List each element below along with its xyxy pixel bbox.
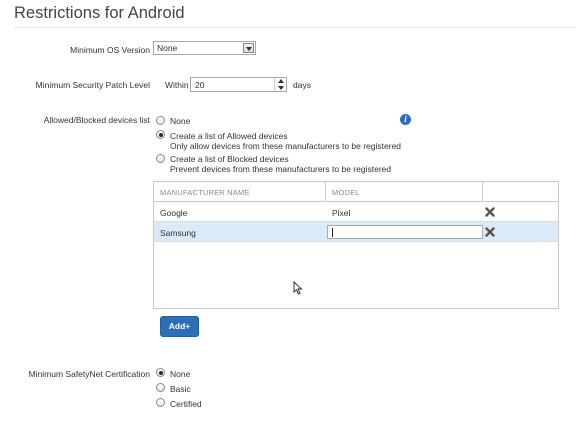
devices-blocked-desc: Prevent devices from these manufacturers… xyxy=(170,164,392,174)
safetynet-certified-radio[interactable] xyxy=(156,398,165,407)
min-os-value: None xyxy=(157,43,178,53)
safetynet-basic-radio[interactable] xyxy=(156,383,165,392)
info-icon[interactable]: i xyxy=(400,114,411,125)
safetynet-none-label: None xyxy=(170,369,191,379)
manufacturer-cell: Samsung xyxy=(160,228,196,238)
page-title: Restrictions for Android xyxy=(14,4,185,22)
col-header-manufacturer: MANUFACTURER NAME xyxy=(160,188,250,197)
model-input[interactable] xyxy=(327,225,483,239)
patch-days-stepper[interactable]: 20 xyxy=(190,77,287,92)
devices-blocked-label: Create a list of Blocked devices xyxy=(170,154,289,164)
min-os-label: Minimum OS Version xyxy=(70,45,150,55)
device-table: MANUFACTURER NAME MODEL Google Pixel Sam… xyxy=(153,181,559,309)
manufacturer-cell: Google xyxy=(160,208,188,218)
patch-days-unit: days xyxy=(293,80,311,90)
column-divider xyxy=(325,182,326,202)
safetynet-certified-label: Certified xyxy=(170,399,202,409)
delete-icon[interactable] xyxy=(485,227,495,237)
devices-blocked-radio[interactable] xyxy=(156,154,165,163)
column-divider xyxy=(482,182,483,202)
chevron-down-icon[interactable] xyxy=(243,43,254,53)
title-divider xyxy=(14,27,576,28)
safetynet-none-radio[interactable] xyxy=(156,368,165,377)
spin-down-icon[interactable] xyxy=(278,86,284,90)
table-row[interactable]: Google Pixel xyxy=(154,202,558,222)
patch-level-label: Minimum Security Patch Level xyxy=(35,80,150,90)
mouse-pointer-icon xyxy=(293,281,303,295)
devices-none-label: None xyxy=(170,116,191,126)
devices-allowed-desc: Only allow devices from these manufactur… xyxy=(170,141,402,151)
model-cell: Pixel xyxy=(332,208,351,218)
add-button[interactable]: Add+ xyxy=(160,316,199,337)
table-header: MANUFACTURER NAME MODEL xyxy=(154,182,558,202)
devices-none-radio[interactable] xyxy=(156,116,165,125)
spin-up-icon[interactable] xyxy=(278,79,284,83)
min-os-select[interactable]: None xyxy=(153,41,256,55)
safetynet-basic-label: Basic xyxy=(170,384,191,394)
table-row-selected[interactable]: Samsung xyxy=(154,222,558,242)
safetynet-label: Minimum SafetyNet Certification xyxy=(28,369,150,379)
delete-icon[interactable] xyxy=(485,207,495,217)
devices-list-label: Allowed/Blocked devices list xyxy=(43,115,150,125)
text-caret xyxy=(332,228,333,237)
patch-days-value: 20 xyxy=(195,80,205,90)
patch-within-label: Within xyxy=(165,80,189,90)
devices-allowed-label: Create a list of Allowed devices xyxy=(170,131,288,141)
col-header-model: MODEL xyxy=(332,188,360,197)
devices-allowed-radio[interactable] xyxy=(156,130,165,139)
